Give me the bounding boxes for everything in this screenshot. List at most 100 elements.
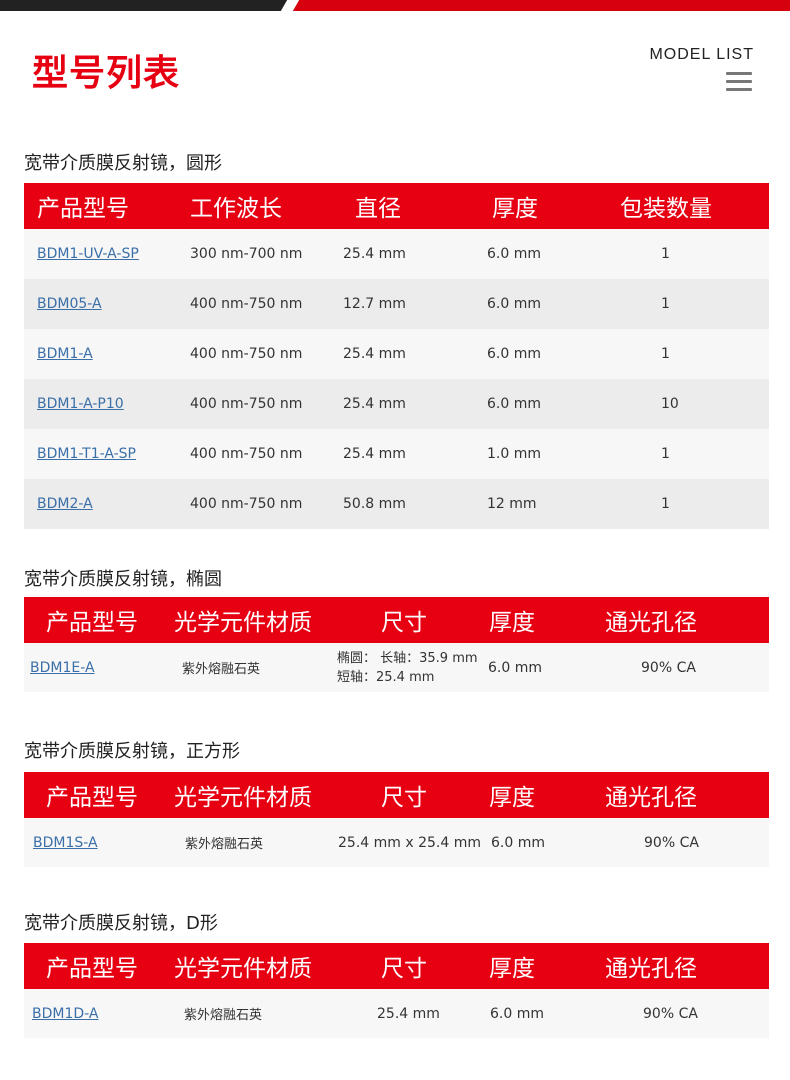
section-title: 宽带介质膜反射镜，D形 <box>24 913 218 934</box>
column-header: 通光孔径 <box>605 785 697 811</box>
part-number-link[interactable]: BDM1-A <box>37 346 93 362</box>
clear-aperture-cell: 90% CA <box>644 834 699 851</box>
diameter-cell: 50.8 mm <box>343 496 406 512</box>
part-number-link[interactable]: BDM2-A <box>37 496 93 512</box>
thickness-cell: 6.0 mm <box>490 1005 544 1022</box>
hamburger-icon[interactable] <box>726 72 752 92</box>
clear-aperture-cell: 90% CA <box>643 1005 698 1022</box>
column-header: 直径 <box>355 196 401 222</box>
top-accent-bar <box>0 0 790 11</box>
quantity-cell: 1 <box>661 246 670 262</box>
material-cell: 紫外熔融石英 <box>184 1008 263 1023</box>
column-header: 厚度 <box>489 610 535 636</box>
wavelength-cell: 400 nm-750 nm <box>190 296 303 312</box>
page-title: 型号列表 <box>32 53 181 94</box>
wavelength-cell: 400 nm-750 nm <box>190 496 303 512</box>
quantity-cell: 1 <box>661 296 670 312</box>
table-row: BDM1D-A 紫外熔融石英 25.4 mm 6.0 mm 90% CA <box>24 989 769 1038</box>
part-number-cell: BDM1D-A <box>24 989 169 1038</box>
column-header: 厚度 <box>489 785 535 811</box>
column-header: 尺寸 <box>381 956 427 982</box>
table-row: BDM1-A 400 nm-750 nm 25.4 mm 6.0 mm 1 <box>24 329 769 379</box>
quantity-cell: 1 <box>661 346 670 362</box>
quantity-cell: 10 <box>661 396 679 412</box>
part-number-cell: BDM1E-A <box>24 643 169 692</box>
top-accent-bar-dark <box>0 0 290 11</box>
thickness-cell: 6.0 mm <box>487 296 541 312</box>
table-row: BDM1-T1-A-SP 400 nm-750 nm 25.4 mm 1.0 m… <box>24 429 769 479</box>
wavelength-cell: 400 nm-750 nm <box>190 446 303 462</box>
quantity-cell: 1 <box>661 446 670 462</box>
size-cell: 25.4 mm x 25.4 mm <box>338 834 481 851</box>
column-header: 通光孔径 <box>605 610 697 636</box>
part-number-cell: BDM1-A-P10 <box>24 379 177 429</box>
table-row: BDM1-A-P10 400 nm-750 nm 25.4 mm 6.0 mm … <box>24 379 769 429</box>
model-list-label: MODEL LIST <box>649 46 754 63</box>
part-number-cell: BDM05-A <box>24 279 177 329</box>
column-header: 光学元件材质 <box>174 610 312 636</box>
table-row: BDM1E-A 紫外熔融石英 椭圆： 长轴：35.9 mm 短轴：25.4 mm… <box>24 643 769 692</box>
thickness-cell: 1.0 mm <box>487 446 541 462</box>
wavelength-cell: 300 nm-700 nm <box>190 246 303 262</box>
section-title: 宽带介质膜反射镜，椭圆 <box>24 569 222 590</box>
table-header-row: 产品型号 工作波长 直径 厚度 包装数量 <box>24 183 769 229</box>
part-number-cell: BDM1-A <box>24 329 177 379</box>
clear-aperture-cell: 90% CA <box>641 659 696 676</box>
material-cell: 紫外熔融石英 <box>182 662 261 677</box>
diameter-cell: 12.7 mm <box>343 296 406 312</box>
column-header: 工作波长 <box>190 196 282 222</box>
model-table-d-shaped: 产品型号 光学元件材质 尺寸 厚度 通光孔径 BDM1D-A 紫外熔融石英 25… <box>24 943 769 1038</box>
column-header: 光学元件材质 <box>174 956 312 982</box>
section-elliptical: 宽带介质膜反射镜，椭圆 产品型号 光学元件材质 尺寸 厚度 通光孔径 BDM1E… <box>24 566 769 692</box>
diameter-cell: 25.4 mm <box>343 446 406 462</box>
model-table-round: 产品型号 工作波长 直径 厚度 包装数量 BDM1-UV-A-SP 300 nm… <box>24 183 769 529</box>
section-title: 宽带介质膜反射镜，圆形 <box>24 153 222 174</box>
thickness-cell: 6.0 mm <box>487 396 541 412</box>
part-number-link[interactable]: BDM1S-A <box>33 835 98 851</box>
column-header: 光学元件材质 <box>174 785 312 811</box>
quantity-cell: 1 <box>661 496 670 512</box>
part-number-cell: BDM1S-A <box>24 818 169 867</box>
table-row: BDM2-A 400 nm-750 nm 50.8 mm 12 mm 1 <box>24 479 769 529</box>
size-cell: 椭圆： 长轴：35.9 mm 短轴：25.4 mm <box>337 650 478 685</box>
diameter-cell: 25.4 mm <box>343 346 406 362</box>
column-header: 厚度 <box>489 956 535 982</box>
column-header: 产品型号 <box>46 610 138 636</box>
thickness-cell: 12 mm <box>487 496 537 512</box>
part-number-cell: BDM1-UV-A-SP <box>24 229 177 279</box>
wavelength-cell: 400 nm-750 nm <box>190 346 303 362</box>
column-header: 产品型号 <box>37 196 129 222</box>
model-table-elliptical: 产品型号 光学元件材质 尺寸 厚度 通光孔径 BDM1E-A 紫外熔融石英 椭圆… <box>24 597 769 692</box>
section-title: 宽带介质膜反射镜，正方形 <box>24 741 240 762</box>
part-number-link[interactable]: BDM1-UV-A-SP <box>37 246 139 262</box>
section-square: 宽带介质膜反射镜，正方形 产品型号 光学元件材质 尺寸 厚度 通光孔径 BDM1… <box>24 738 769 867</box>
part-number-link[interactable]: BDM1E-A <box>30 660 95 676</box>
column-header: 尺寸 <box>381 610 427 636</box>
part-number-cell: BDM1-T1-A-SP <box>24 429 177 479</box>
column-header: 厚度 <box>492 196 538 222</box>
wavelength-cell: 400 nm-750 nm <box>190 396 303 412</box>
table-header-row: 产品型号 光学元件材质 尺寸 厚度 通光孔径 <box>24 772 769 818</box>
part-number-link[interactable]: BDM1-A-P10 <box>37 396 124 412</box>
column-header: 通光孔径 <box>605 956 697 982</box>
table-row: BDM1-UV-A-SP 300 nm-700 nm 25.4 mm 6.0 m… <box>24 229 769 279</box>
diameter-cell: 25.4 mm <box>343 396 406 412</box>
section-d-shaped: 宽带介质膜反射镜，D形 产品型号 光学元件材质 尺寸 厚度 通光孔径 BDM1D… <box>24 910 769 1038</box>
part-number-link[interactable]: BDM1D-A <box>32 1006 98 1022</box>
part-number-link[interactable]: BDM1-T1-A-SP <box>37 446 136 462</box>
table-row: BDM1S-A 紫外熔融石英 25.4 mm x 25.4 mm 6.0 mm … <box>24 818 769 867</box>
table-header-row: 产品型号 光学元件材质 尺寸 厚度 通光孔径 <box>24 943 769 989</box>
part-number-link[interactable]: BDM05-A <box>37 296 102 312</box>
material-cell: 紫外熔融石英 <box>185 837 264 852</box>
column-header: 尺寸 <box>381 785 427 811</box>
thickness-cell: 6.0 mm <box>491 834 545 851</box>
column-header: 包装数量 <box>620 196 712 222</box>
thickness-cell: 6.0 mm <box>487 346 541 362</box>
model-table-square: 产品型号 光学元件材质 尺寸 厚度 通光孔径 BDM1S-A 紫外熔融石英 25… <box>24 772 769 867</box>
column-header: 产品型号 <box>46 785 138 811</box>
column-header: 产品型号 <box>46 956 138 982</box>
size-cell: 25.4 mm <box>377 1005 440 1022</box>
section-round: 宽带介质膜反射镜，圆形 产品型号 工作波长 直径 厚度 包装数量 BDM1-UV… <box>24 150 769 529</box>
table-header-row: 产品型号 光学元件材质 尺寸 厚度 通光孔径 <box>24 597 769 643</box>
diameter-cell: 25.4 mm <box>343 246 406 262</box>
